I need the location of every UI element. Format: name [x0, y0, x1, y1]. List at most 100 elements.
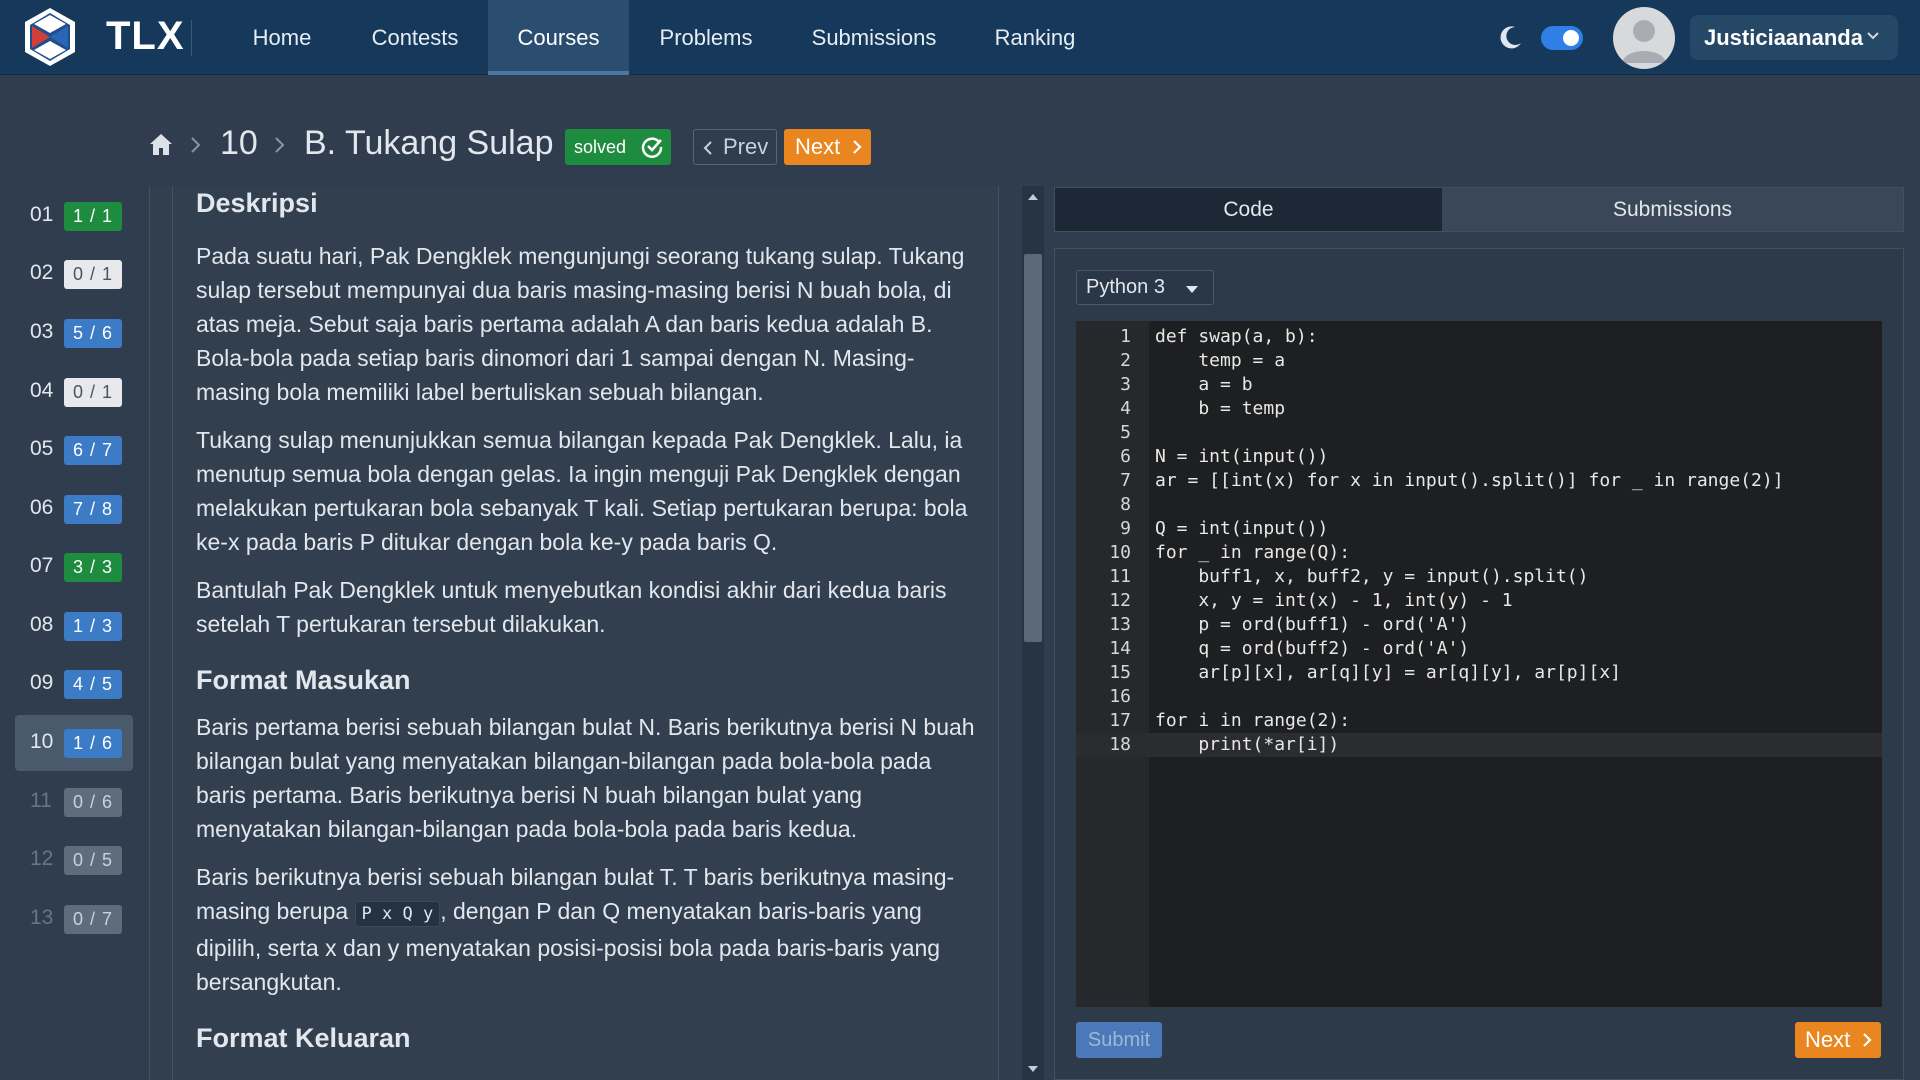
user-silhouette-icon: [1622, 20, 1666, 63]
problem-score-badge: 0 / 5: [64, 846, 123, 875]
nav-contests[interactable]: Contests: [352, 0, 478, 75]
problem-number: 07: [30, 554, 54, 577]
problem-item-02[interactable]: 02 0 / 1: [15, 246, 133, 302]
editor-tabs: Code Submissions: [1054, 187, 1904, 232]
line-number: 8: [1120, 494, 1131, 515]
code-text: q = ord(buff2) - ord('A'): [1155, 638, 1470, 659]
line-number: 2: [1120, 350, 1131, 371]
code-line[interactable]: 12 x, y = int(x) - 1, int(y) - 1: [1076, 589, 1882, 613]
code-line[interactable]: 14 q = ord(buff2) - ord('A'): [1076, 637, 1882, 661]
line-number: 18: [1109, 734, 1131, 755]
prev-button[interactable]: Prev: [693, 129, 777, 165]
code-line[interactable]: 15 ar[p][x], ar[q][y] = ar[q][y], ar[p][…: [1076, 661, 1882, 685]
avatar[interactable]: [1613, 7, 1675, 69]
problem-item-12: 12 0 / 5: [15, 832, 133, 888]
line-number: 7: [1120, 470, 1131, 491]
code-line[interactable]: 17 for i in range(2):: [1076, 709, 1882, 733]
code-line[interactable]: 5: [1076, 421, 1882, 445]
language-value: Python 3: [1086, 276, 1165, 298]
section-title-output: Format Keluaran: [196, 1023, 411, 1053]
line-number: 3: [1120, 374, 1131, 395]
description-body: Deskripsi Pada suatu hari, Pak Dengklek …: [172, 186, 978, 1080]
top-navbar: TLX Home Contests Courses Problems Submi…: [0, 0, 1920, 75]
problem-score-badge: 4 / 5: [64, 670, 123, 699]
problem-number: 08: [30, 613, 54, 636]
problem-score-badge: 0 / 1: [64, 260, 123, 289]
problem-item-07[interactable]: 07 3 / 3: [15, 539, 133, 595]
code-line[interactable]: 16: [1076, 685, 1882, 709]
code-line[interactable]: 10 for _ in range(Q):: [1076, 541, 1882, 565]
breadcrumb-chevron-icon: [275, 137, 285, 153]
line-number: 16: [1109, 686, 1131, 707]
problem-number: 02: [30, 261, 54, 284]
scrollbar-thumb[interactable]: [1024, 254, 1042, 642]
problem-score-badge: 6 / 7: [64, 436, 123, 465]
problem-item-03[interactable]: 03 5 / 6: [15, 305, 133, 361]
tab-submissions[interactable]: Submissions: [1442, 188, 1903, 231]
problem-number: 06: [30, 496, 54, 519]
scroll-down-arrow-icon[interactable]: [1028, 1066, 1038, 1072]
code-text: for _ in range(Q):: [1155, 542, 1351, 563]
editor-panel: Python 3 1 def swap(a, b): 2 temp = a3 a =…: [1054, 248, 1904, 1080]
tlx-logo-icon[interactable]: [22, 6, 78, 68]
code-text: N = int(input()): [1155, 446, 1329, 467]
nav-problems[interactable]: Problems: [640, 0, 772, 75]
next-button[interactable]: Next: [784, 129, 871, 165]
breadcrumb-chapter[interactable]: 10: [220, 124, 258, 163]
code-line[interactable]: 2 temp = a: [1076, 349, 1882, 373]
language-select[interactable]: Python 3: [1076, 270, 1214, 305]
home-icon[interactable]: [148, 131, 174, 157]
problem-number: 04: [30, 379, 54, 402]
code-text: ar[p][x], ar[q][y] = ar[q][y], ar[p][x]: [1155, 662, 1621, 683]
problem-item-06[interactable]: 06 7 / 8: [15, 481, 133, 537]
problem-number: 11: [30, 789, 52, 812]
username: Justiciaananda: [1704, 25, 1863, 50]
line-number: 11: [1109, 566, 1131, 587]
problem-item-01[interactable]: 01 1 / 1: [15, 188, 133, 244]
problem-item-05[interactable]: 05 6 / 7: [15, 422, 133, 478]
code-line[interactable]: 1 def swap(a, b):: [1076, 325, 1882, 349]
description-paragraph: Pada suatu hari, Pak Dengklek mengunjung…: [196, 243, 965, 405]
chevron-right-icon: [1863, 1033, 1872, 1047]
problem-item-10[interactable]: 10 1 / 6: [15, 715, 133, 771]
chevron-down-icon: [1867, 32, 1879, 40]
next-label: Next: [1805, 1027, 1851, 1052]
problem-item-04[interactable]: 04 0 / 1: [15, 364, 133, 420]
problem-score-badge: 0 / 1: [64, 378, 123, 407]
problem-score-badge: 5 / 6: [64, 319, 123, 348]
problem-number: 12: [30, 847, 54, 870]
code-editor[interactable]: 1 def swap(a, b): 2 temp = a3 a = b4 b = t…: [1076, 321, 1882, 1007]
nav-courses[interactable]: Courses: [488, 0, 629, 75]
dark-mode-toggle[interactable]: [1541, 26, 1583, 50]
code-line[interactable]: 4 b = temp: [1076, 397, 1882, 421]
code-line[interactable]: 7 ar = [[int(x) for x in input().split()]…: [1076, 469, 1882, 493]
line-number: 12: [1109, 590, 1131, 611]
code-line[interactable]: 3 a = b: [1076, 373, 1882, 397]
nav-ranking[interactable]: Ranking: [978, 0, 1092, 75]
next-button-bottom[interactable]: Next: [1795, 1022, 1881, 1058]
inline-code: P x Q y: [354, 901, 441, 927]
section-title-description: Deskripsi: [196, 188, 318, 218]
nav-submissions[interactable]: Submissions: [796, 0, 952, 75]
code-text: b = temp: [1155, 398, 1286, 419]
breadcrumb-chevron-icon: [191, 137, 201, 153]
chevron-left-icon: [703, 141, 712, 155]
code-line[interactable]: 9 Q = int(input()): [1076, 517, 1882, 541]
code-line[interactable]: 8: [1076, 493, 1882, 517]
description-scrollbar[interactable]: [1022, 186, 1044, 1080]
line-number: 6: [1120, 446, 1131, 467]
user-menu-button[interactable]: Justiciaananda: [1690, 15, 1898, 60]
problem-item-09[interactable]: 09 4 / 5: [15, 656, 133, 712]
problem-item-08[interactable]: 08 1 / 3: [15, 598, 133, 654]
code-line[interactable]: 6 N = int(input()): [1076, 445, 1882, 469]
nav-home[interactable]: Home: [232, 0, 332, 75]
brand-name[interactable]: TLX: [106, 14, 185, 59]
submit-button[interactable]: Submit: [1076, 1022, 1162, 1058]
code-line[interactable]: 11 buff1, x, buff2, y = input().split(): [1076, 565, 1882, 589]
check-circle-icon: [641, 137, 663, 158]
code-line[interactable]: 18 print(*ar[i]): [1076, 733, 1882, 757]
tab-code[interactable]: Code: [1055, 188, 1442, 231]
code-line[interactable]: 13 p = ord(buff1) - ord('A'): [1076, 613, 1882, 637]
code-text: for i in range(2):: [1155, 710, 1351, 731]
scroll-up-arrow-icon[interactable]: [1028, 194, 1038, 200]
